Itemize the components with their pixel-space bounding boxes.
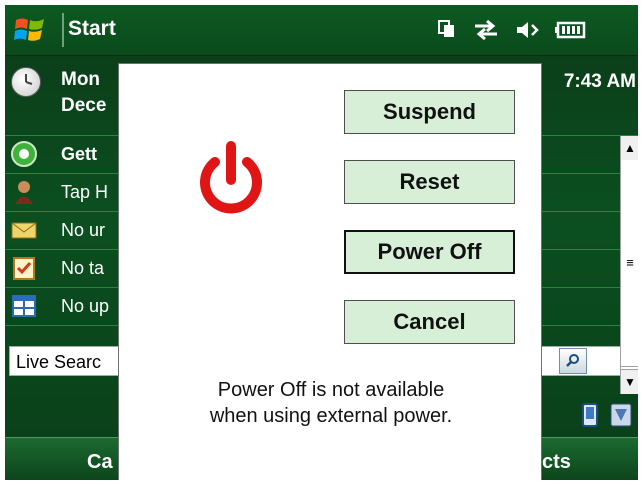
vertical-scrollbar[interactable]: ▲ ≡ ▼: [620, 136, 638, 394]
person-icon: [10, 179, 38, 205]
windows-logo-icon[interactable]: [13, 14, 47, 46]
connectivity-icon[interactable]: [437, 19, 457, 45]
power-dialog: Suspend Reset Power Off Cancel Power Off…: [118, 63, 543, 480]
reset-button[interactable]: Reset: [344, 160, 515, 204]
volume-icon[interactable]: [515, 19, 541, 47]
calendar-icon: [10, 293, 38, 319]
messages-label: No ur: [61, 220, 106, 240]
bottom-tray: [579, 401, 635, 431]
scroll-up-arrow-icon[interactable]: ▲: [621, 136, 638, 161]
date-text: Mon Dece: [61, 69, 107, 116]
scroll-thumb[interactable]: ≡: [621, 160, 638, 367]
cancel-button[interactable]: Cancel: [344, 300, 515, 344]
power-off-message: Power Off is not available when using ex…: [119, 377, 543, 429]
getting-started-icon: [10, 141, 38, 167]
calendar-label: No up: [61, 296, 110, 316]
envelope-icon: [10, 217, 38, 243]
scroll-down-arrow-icon[interactable]: ▼: [621, 369, 638, 394]
tasks-icon: [10, 255, 38, 281]
search-icon[interactable]: [559, 348, 587, 374]
live-search-text: Live Searc: [16, 352, 102, 372]
device-screen: Start Mon Dece 7:43 AM Gett Tap H No ur …: [0, 0, 643, 485]
time-text: 7:43 AM: [563, 71, 636, 92]
battery-icon[interactable]: [555, 19, 589, 47]
top-bar: Start: [5, 5, 638, 56]
getting-started-label: Gett: [61, 144, 97, 164]
power-off-message-line1: Power Off is not available: [217, 379, 445, 401]
data-transfer-icon[interactable]: [473, 19, 499, 47]
suspend-button[interactable]: Suspend: [344, 90, 515, 134]
start-separator: [62, 13, 64, 47]
owner-info-label: Tap H: [61, 182, 109, 202]
power-off-button[interactable]: Power Off: [344, 230, 515, 274]
power-icon: [191, 140, 271, 220]
start-menu-label[interactable]: Start: [68, 17, 116, 41]
right-softkey[interactable]: cts: [542, 451, 571, 474]
left-softkey[interactable]: Ca: [87, 451, 113, 474]
power-off-message-line2: when using external power.: [209, 405, 453, 427]
clock-icon: [11, 67, 41, 97]
tasks-label: No ta: [61, 258, 105, 278]
